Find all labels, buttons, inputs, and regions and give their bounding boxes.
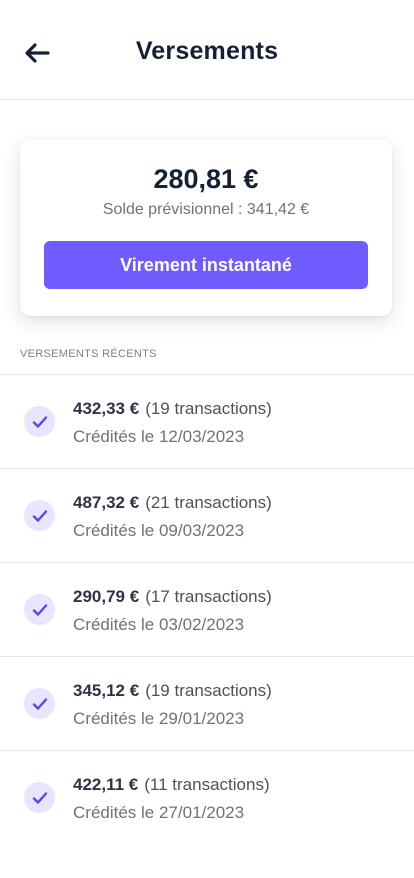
credited-date: Crédités le 09/03/2023 <box>73 521 245 540</box>
balance-amount: 280,81 € <box>153 164 259 194</box>
payout-row[interactable]: 422,11 € (11 transactions) Crédités le 27… <box>0 751 414 845</box>
payout-row[interactable]: 487,32 € (21 transactions) Crédités le 09… <box>0 469 414 563</box>
check-icon <box>24 500 55 531</box>
transaction-count: (19 transactions) <box>145 399 272 418</box>
payout-amount: 432,33 € <box>73 399 140 418</box>
payout-amount: 422,11 € <box>73 775 139 794</box>
payout-details: 432,33 € (19 transactions) Crédités le 12… <box>73 399 272 447</box>
app-header: Versements <box>0 0 414 100</box>
instant-transfer-button[interactable]: Virement instantané <box>44 241 368 289</box>
check-icon <box>24 406 55 437</box>
check-icon <box>24 782 55 813</box>
check-icon <box>24 688 55 719</box>
check-icon <box>24 594 55 625</box>
transaction-count: (19 transactions) <box>145 681 272 700</box>
payout-details: 487,32 € (21 transactions) Crédités le 09… <box>73 493 272 541</box>
credited-date: Crédités le 03/02/2023 <box>73 615 245 634</box>
transaction-count: (11 transactions) <box>144 775 270 794</box>
payout-details: 422,11 € (11 transactions) Crédités le 27… <box>73 775 270 823</box>
transaction-count: (17 transactions) <box>145 587 272 606</box>
balance-card: 280,81 € Solde prévisionnel : 341,42 € V… <box>20 140 392 316</box>
payout-list: 432,33 € (19 transactions) Crédités le 12… <box>0 374 414 845</box>
credited-date: Crédités le 29/01/2023 <box>73 709 245 728</box>
credited-date: Crédités le 12/03/2023 <box>73 427 245 446</box>
page-title: Versements <box>135 37 279 65</box>
payout-details: 345,12 € (19 transactions) Crédités le 29… <box>73 681 272 729</box>
payout-amount: 290,79 € <box>73 587 140 606</box>
payout-details: 290,79 € (17 transactions) Crédités le 03… <box>73 587 272 635</box>
payout-amount: 487,32 € <box>73 493 140 512</box>
forecast-balance: Solde prévisionnel : 341,42 € <box>102 201 310 218</box>
payout-amount: 345,12 € <box>73 681 140 700</box>
transaction-count: (21 transactions) <box>145 493 272 512</box>
payout-row[interactable]: 432,33 € (19 transactions) Crédités le 12… <box>0 375 414 469</box>
payout-row[interactable]: 290,79 € (17 transactions) Crédités le 03… <box>0 563 414 657</box>
credited-date: Crédités le 27/01/2023 <box>73 803 245 822</box>
payout-row[interactable]: 345,12 € (19 transactions) Crédités le 29… <box>0 657 414 751</box>
section-heading: VERSEMENTS RÉCENTS <box>20 348 157 360</box>
